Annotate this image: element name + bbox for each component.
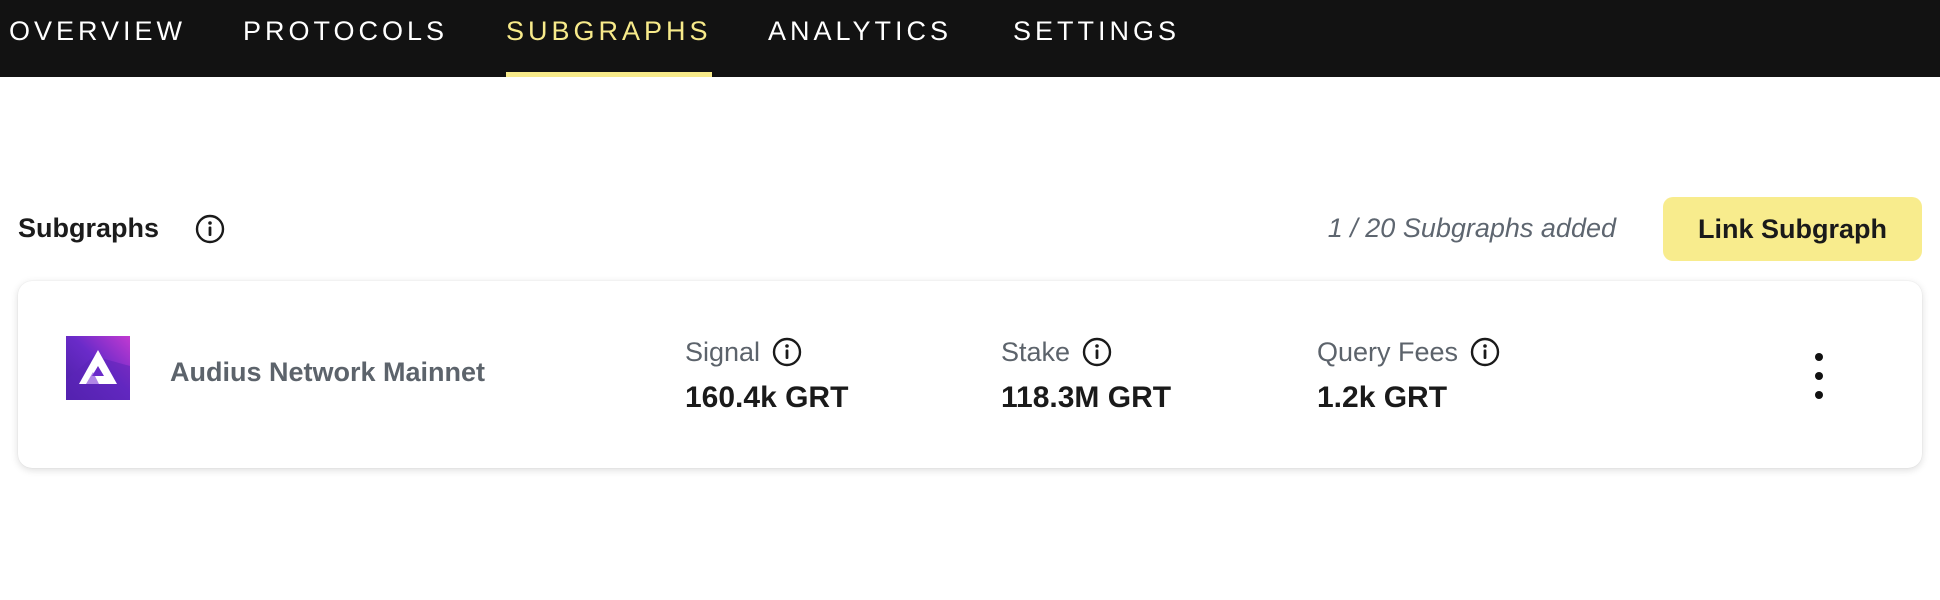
more-dot [1815, 353, 1823, 361]
subgraph-count: 1 / 20 Subgraphs added [1327, 213, 1616, 243]
query-fees-metric: Query Fees 1.2k GRT [1317, 335, 1500, 415]
stake-value: 118.3M GRT [1001, 381, 1172, 414]
tab-subgraphs[interactable]: SUBGRAPHS [506, 0, 712, 77]
query-fees-label: Query Fees [1317, 336, 1459, 367]
more-dot [1815, 391, 1823, 399]
stake-metric: Stake 118.3M GRT [1001, 335, 1171, 415]
info-circle-icon[interactable] [1082, 337, 1112, 367]
subgraph-name[interactable]: Audius Network Mainnet [170, 357, 485, 388]
signal-value: 160.4k GRT [685, 381, 849, 414]
more-vertical-icon[interactable] [1809, 351, 1829, 401]
tab-analytics[interactable]: ANALYTICS [768, 0, 952, 77]
query-fees-value: 1.2k GRT [1317, 381, 1448, 414]
info-circle-icon[interactable] [1470, 337, 1500, 367]
info-circle-icon[interactable] [772, 337, 802, 367]
subgraph-card[interactable]: Audius Network Mainnet Signal 160.4k GRT… [18, 281, 1922, 468]
tab-settings[interactable]: SETTINGS [1013, 0, 1180, 77]
signal-metric: Signal 160.4k GRT [685, 335, 848, 415]
info-circle-icon[interactable] [195, 214, 225, 244]
stake-label: Stake [1001, 336, 1071, 367]
link-subgraph-button[interactable]: Link Subgraph [1663, 197, 1922, 261]
tab-protocols[interactable]: PROTOCOLS [243, 0, 448, 77]
tab-overview[interactable]: OVERVIEW [9, 0, 186, 77]
audius-logo-icon [66, 336, 130, 400]
section-title: Subgraphs [18, 213, 160, 243]
more-dot [1815, 372, 1823, 380]
top-navigation: OVERVIEW PROTOCOLS SUBGRAPHS ANALYTICS S… [0, 0, 1940, 77]
signal-label: Signal [685, 336, 761, 367]
